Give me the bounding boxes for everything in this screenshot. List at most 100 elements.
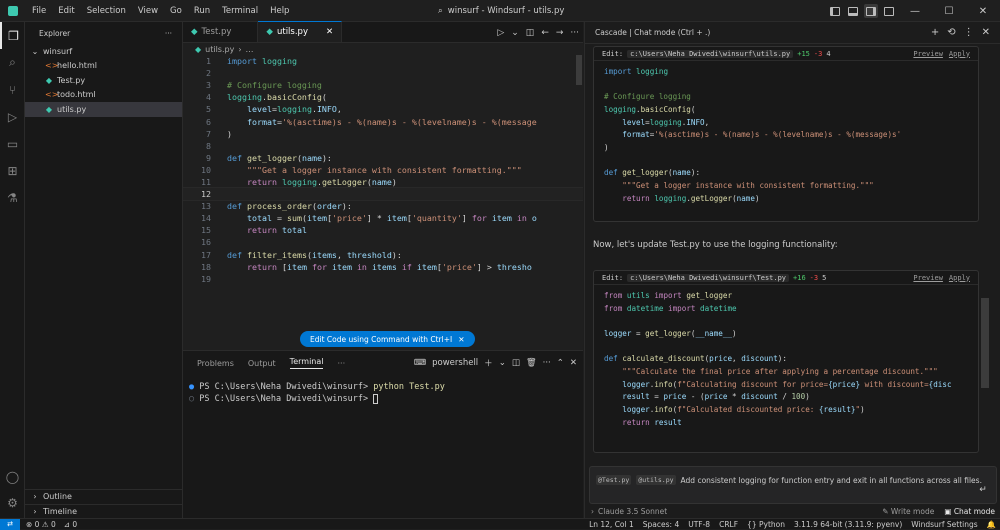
apply-link[interactable]: Apply [949,274,970,282]
history-icon[interactable]: ⟲ [947,27,955,38]
file-item[interactable]: <> todo.html [25,88,182,103]
code-editor[interactable]: 1 import logging 2 3 # Configure logging 4 log… [183,55,583,350]
maximize-icon[interactable]: ☐ [932,0,966,22]
context-chip[interactable]: @Test.py [596,475,632,485]
terminal-output[interactable]: ● PS C:\Users\Neha Dwivedi\winsurf> pyth… [183,375,583,405]
model-selector[interactable]: Claude 3.5 Sonnet [598,507,667,516]
command-center[interactable]: ⌕ winsurf - Windsurf - utils.py [438,0,564,22]
menu-item-run[interactable]: Run [188,0,216,22]
chat-mode-toggle[interactable]: ▣ Chat mode [944,507,995,516]
windsurf-settings[interactable]: Windsurf Settings [911,520,977,529]
file-item[interactable]: <> hello.html [25,59,182,74]
split-editor-icon[interactable]: ◫ [526,28,535,38]
end-of-line[interactable]: CRLF [719,520,738,529]
search-view-icon[interactable]: ⌕ [0,49,25,76]
workspace-folder[interactable]: ⌄ winsurf [25,44,182,59]
menu-item-terminal[interactable]: Terminal [216,0,264,22]
code-line: 12 [183,187,583,202]
manage-gear-icon[interactable]: ⚙ [0,489,25,516]
close-panel-icon[interactable]: ✕ [570,358,577,368]
customize-layout-icon[interactable] [882,4,896,18]
menu-item-go[interactable]: Go [164,0,188,22]
testing-icon[interactable]: ⚗ [0,184,25,211]
diff-line: return result [622,417,682,427]
new-chat-icon[interactable]: + [931,27,939,38]
go-forward-icon[interactable]: → [556,28,564,38]
editor-scrollbar[interactable] [576,55,582,85]
more-actions-icon[interactable]: ··· [543,358,551,368]
breadcrumb-file[interactable]: utils.py [205,45,234,54]
cascade-scrollbar[interactable] [981,298,989,388]
remote-indicator[interactable]: ⇄ [0,518,20,530]
toggle-panel-icon[interactable] [846,4,860,18]
terminal-line: ○ PS C:\Users\Neha Dwivedi\winsurf> [189,393,583,405]
close-icon[interactable]: ✕ [326,27,333,37]
error-icon: ⊗ [26,519,35,529]
file-item[interactable]: ◆ Test.py [25,73,182,88]
more-actions-icon[interactable]: ··· [570,28,579,38]
edit-file-path[interactable]: c:\Users\Neha Dwivedi\winsurf\utils.py [627,49,794,58]
context-chip[interactable]: @utils.py [636,475,676,485]
account-icon[interactable]: ◯ [0,463,25,490]
go-back-icon[interactable]: ← [541,28,549,38]
notifications-bell-icon[interactable]: 🔔 [987,520,996,529]
tab-output[interactable]: Output [248,359,276,368]
remote-explorer-icon[interactable]: ▭ [0,130,25,157]
toggle-secondary-sidebar-icon[interactable] [864,4,878,18]
ports-indicator[interactable]: ⊿ 0 [64,520,77,529]
new-terminal-icon[interactable]: ＋ [484,357,493,369]
more-actions-icon[interactable]: ⋮ [964,27,974,38]
close-panel-icon[interactable]: ✕ [982,27,990,38]
more-tabs-icon[interactable]: ··· [337,359,345,368]
chevron-down-icon[interactable]: ⌄ [499,358,506,368]
line-text: def filter_items(items, threshold): [227,249,402,260]
more-actions-icon[interactable]: ··· [165,29,172,38]
extensions-icon[interactable]: ⊞ [0,157,25,184]
menu-item-selection[interactable]: Selection [81,0,132,22]
preview-link[interactable]: Preview [913,274,943,282]
pencil-icon: ✎ [882,507,891,516]
maximize-panel-icon[interactable]: ⌃ [557,358,564,368]
code-line: 5 level=logging.INFO, [183,103,583,115]
apply-link[interactable]: Apply [949,50,970,58]
tab-terminal[interactable]: Terminal [289,357,324,369]
chevron-down-icon[interactable]: ⌄ [511,28,519,38]
chat-input[interactable]: @Test.py @utils.py Add consistent loggin… [589,466,997,504]
source-control-icon[interactable]: ⑂ [0,76,25,103]
close-icon[interactable]: ✕ [458,335,464,344]
minimize-icon[interactable]: — [898,0,932,22]
language-mode[interactable]: {} Python [747,520,785,529]
write-mode-toggle[interactable]: ✎ Write mode [882,507,934,516]
explorer-icon[interactable]: ❐ [0,22,25,49]
close-window-icon[interactable]: ✕ [966,0,1000,22]
edit-count: 5 [822,273,827,282]
trash-icon[interactable]: 🗑 [526,358,537,368]
send-icon[interactable]: ↵ [976,483,990,497]
tab-utils-py[interactable]: ◆ utils.py ✕ [258,21,343,42]
indentation[interactable]: Spaces: 4 [643,520,679,529]
breadcrumb-more[interactable]: … [246,45,254,54]
split-terminal-icon[interactable]: ◫ [512,358,520,368]
encoding[interactable]: UTF-8 [688,520,710,529]
run-debug-icon[interactable]: ▷ [0,103,25,130]
preview-link[interactable]: Preview [913,50,943,58]
menu-item-edit[interactable]: Edit [52,0,80,22]
terminal-shell-name[interactable]: powershell [432,358,478,368]
run-icon[interactable]: ▷ [497,28,504,38]
menu-item-help[interactable]: Help [264,0,295,22]
timeline-section[interactable]: › Timeline [25,504,183,518]
diff-line [604,340,978,353]
python-interpreter[interactable]: 3.11.9 64-bit (3.11.9: pyenv) [794,520,902,529]
edit-file-path[interactable]: c:\Users\Neha Dwivedi\winsurf\Test.py [627,273,790,282]
edit-code-button[interactable]: Edit Code using Command with Ctrl+I ✕ [300,331,475,347]
toggle-primary-sidebar-icon[interactable] [828,4,842,18]
tab-problems[interactable]: Problems [197,359,234,368]
cursor-position[interactable]: Ln 12, Col 1 [589,520,634,529]
menu-item-view[interactable]: View [132,0,164,22]
problems-indicator[interactable]: ⊗ 0 ⚠ 0 [26,520,56,529]
menu-item-file[interactable]: File [26,0,52,22]
file-item[interactable]: ◆ utils.py [25,102,182,117]
title-bar: File Edit Selection View Go Run Terminal Help ⌕… [0,0,1000,22]
outline-section[interactable]: › Outline [25,489,183,503]
tab-test-py[interactable]: ◆ Test.py [183,21,259,42]
